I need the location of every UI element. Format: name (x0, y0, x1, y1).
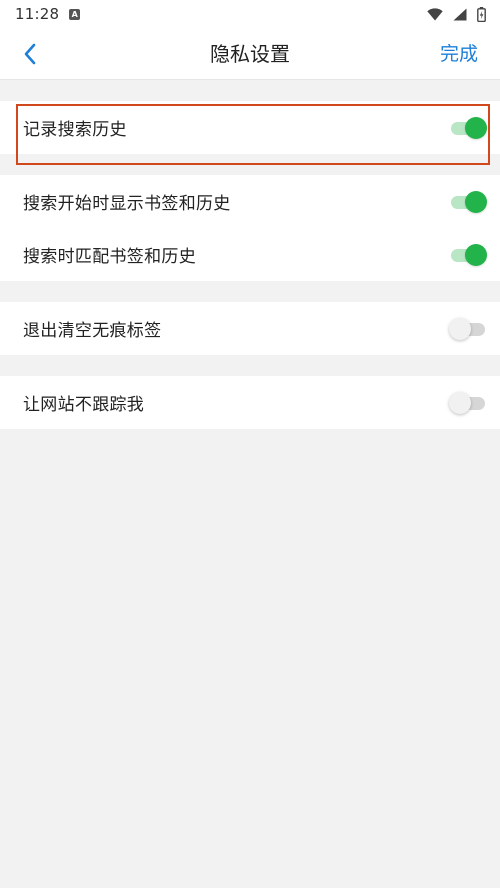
settings-group-history: 记录搜索历史 (0, 101, 500, 154)
toggle-record-history[interactable] (449, 116, 487, 140)
status-right (427, 6, 486, 22)
signal-icon (453, 8, 467, 20)
notification-icon: A (69, 8, 81, 20)
setting-row-clear-incognito-tabs: 退出清空无痕标签 (0, 302, 500, 355)
back-button[interactable] (14, 38, 46, 70)
status-bar: 11:28 A (0, 0, 500, 28)
status-left: 11:28 A (15, 5, 81, 23)
setting-label-match-bookmarks-history: 搜索时匹配书签和历史 (23, 247, 196, 267)
setting-label-clear-incognito-tabs: 退出清空无痕标签 (23, 321, 162, 341)
toggle-clear-incognito-tabs[interactable] (449, 317, 487, 341)
setting-row-show-bookmarks-history: 搜索开始时显示书签和历史 (0, 175, 500, 228)
chevron-left-icon (24, 43, 36, 65)
setting-label-show-bookmarks-history: 搜索开始时显示书签和历史 (23, 194, 231, 214)
page-title: 隐私设置 (210, 42, 290, 66)
toggle-thumb (465, 116, 487, 139)
wifi-icon (427, 7, 443, 20)
toggle-thumb (449, 317, 471, 340)
toggle-do-not-track[interactable] (449, 391, 487, 415)
toggle-thumb (465, 243, 487, 266)
toggle-match-bookmarks-history[interactable] (449, 243, 487, 267)
setting-row-match-bookmarks-history: 搜索时匹配书签和历史 (0, 228, 500, 281)
nav-bar: 隐私设置 完成 (0, 28, 500, 80)
settings-group-tracking: 让网站不跟踪我 (0, 376, 500, 429)
toggle-thumb (449, 391, 471, 414)
toggle-thumb (465, 190, 487, 213)
toggle-show-bookmarks-history[interactable] (449, 190, 487, 214)
status-time: 11:28 (15, 5, 60, 23)
done-button[interactable]: 完成 (440, 28, 478, 80)
settings-group-search: 搜索开始时显示书签和历史 搜索时匹配书签和历史 (0, 175, 500, 281)
battery-icon (477, 6, 486, 22)
setting-row-do-not-track: 让网站不跟踪我 (0, 376, 500, 429)
settings-group-incognito: 退出清空无痕标签 (0, 302, 500, 355)
setting-label-record-history: 记录搜索历史 (23, 120, 127, 140)
setting-label-do-not-track: 让网站不跟踪我 (23, 395, 145, 415)
setting-row-record-history: 记录搜索历史 (0, 101, 500, 154)
